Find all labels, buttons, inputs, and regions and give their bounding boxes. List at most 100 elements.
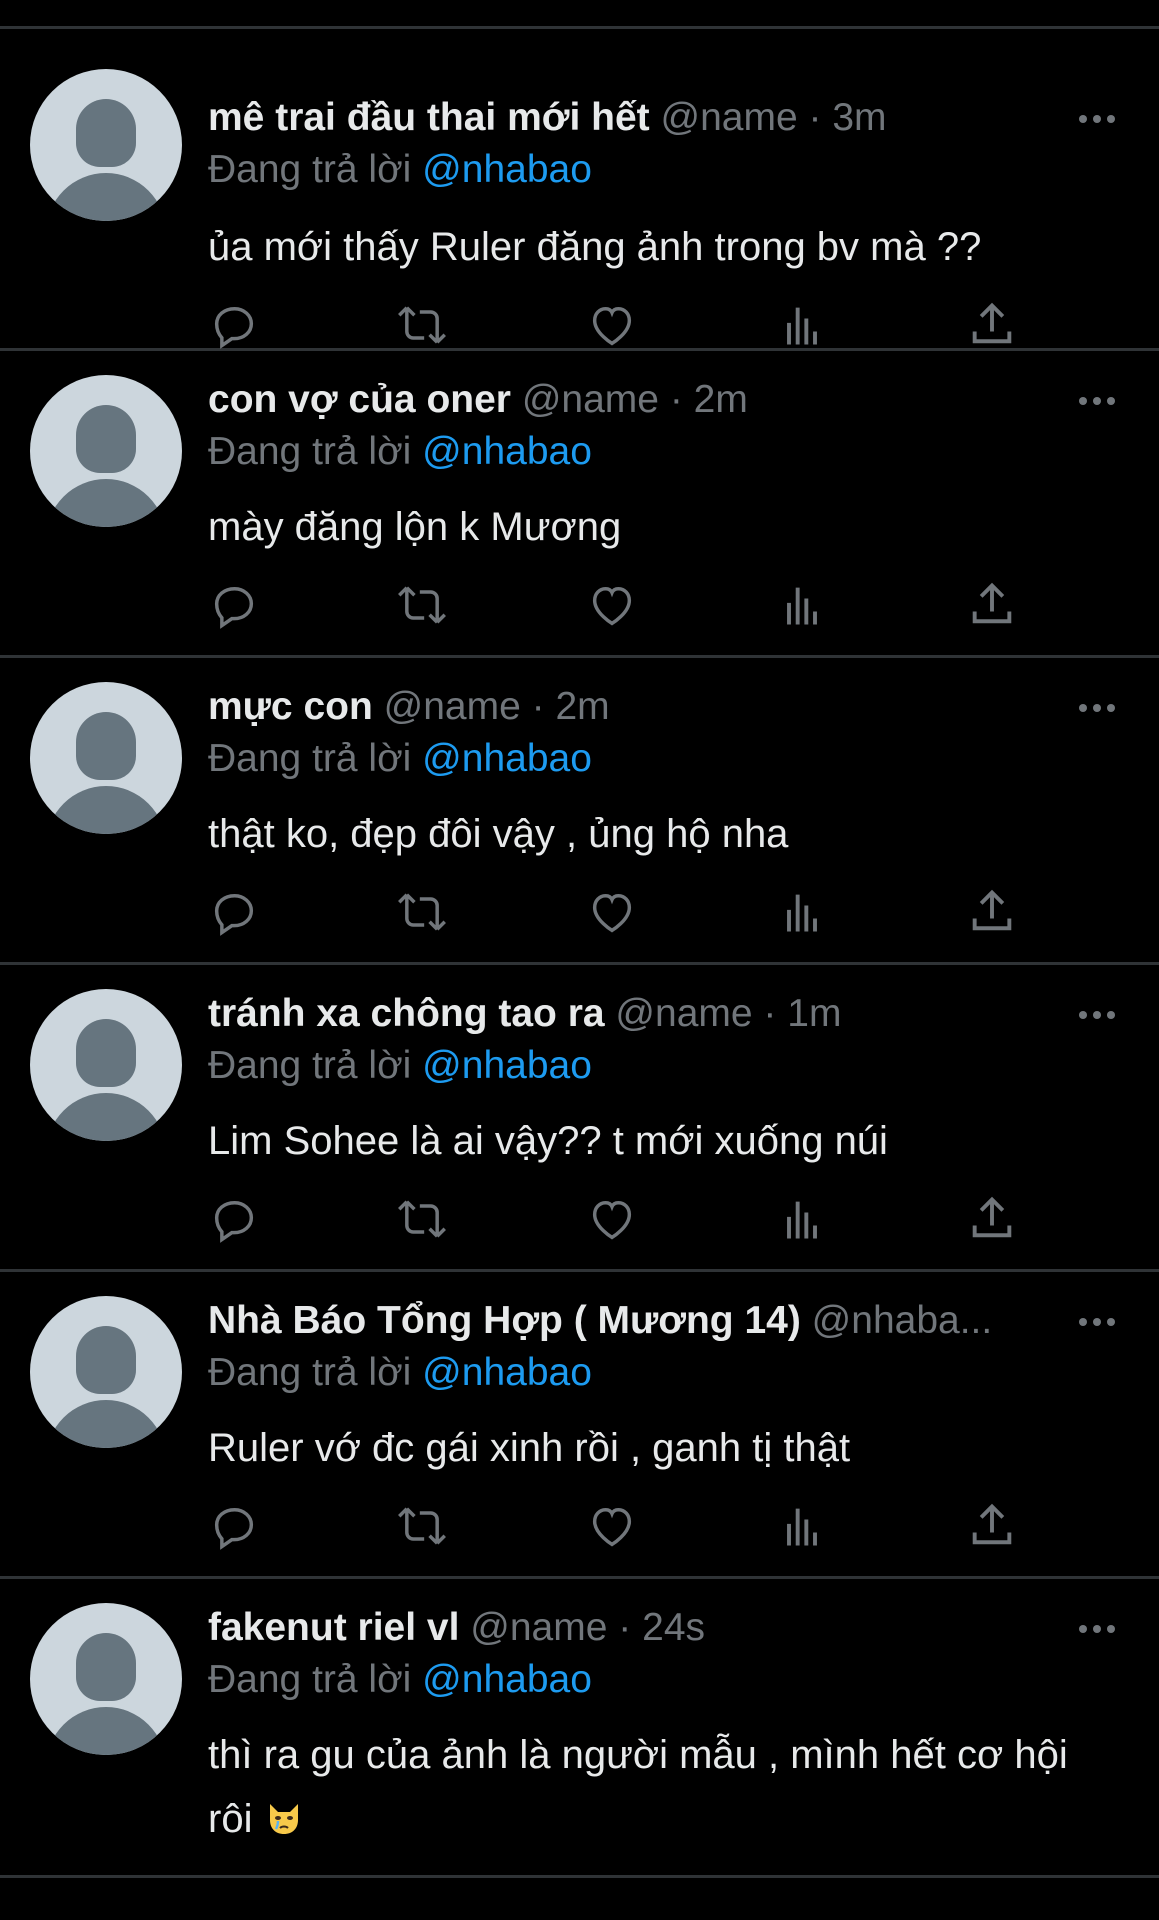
separator-dot: ·	[763, 992, 777, 1035]
avatar[interactable]	[30, 1603, 182, 1755]
display-name[interactable]: con vợ của oner	[208, 378, 511, 421]
more-options-icon[interactable]	[1077, 999, 1117, 1029]
tweet-header: Nhà Báo Tổng Hợp ( Mương 14) @nhaba...	[208, 1296, 1058, 1346]
tweet-text: thì ra gu của ảnh là người mẫu , mình hế…	[208, 1723, 1068, 1851]
views-chart-icon[interactable]	[776, 1193, 828, 1245]
views-chart-icon[interactable]	[776, 579, 828, 631]
heart-icon[interactable]	[586, 1500, 638, 1552]
replying-to-label: Đang trả lời	[208, 148, 412, 191]
replying-to: Đang trả lời @nhabao	[208, 1655, 592, 1705]
retweet-icon[interactable]	[396, 1500, 448, 1552]
more-options-icon[interactable]	[1077, 385, 1117, 415]
reply-tweet[interactable]: Nhà Báo Tổng Hợp ( Mương 14) @nhaba... Đ…	[0, 1272, 1159, 1579]
tweet-header: mê trai đầu thai mới hết @name · 3m	[208, 93, 1068, 143]
display-name[interactable]: fakenut riel vl	[208, 1606, 459, 1649]
more-options-icon[interactable]	[1077, 1306, 1117, 1336]
heart-icon[interactable]	[586, 1193, 638, 1245]
crying-cat-emoji	[269, 1804, 298, 1834]
separator-dot: ·	[531, 685, 545, 728]
display-name[interactable]: mực con	[208, 685, 373, 728]
action-bar	[208, 1193, 1028, 1249]
replying-to-label: Đang trả lời	[208, 1658, 412, 1701]
display-name[interactable]: tránh xa chông tao ra	[208, 992, 605, 1035]
share-icon[interactable]	[966, 1193, 1018, 1245]
heart-icon[interactable]	[586, 579, 638, 631]
separator-dot: ·	[808, 96, 822, 139]
action-bar	[208, 886, 1028, 942]
share-icon[interactable]	[966, 1500, 1018, 1552]
tweet-header: fakenut riel vl @name · 24s	[208, 1603, 1068, 1653]
avatar[interactable]	[30, 989, 182, 1141]
user-handle[interactable]: @nhaba...	[812, 1299, 993, 1342]
tweet-text-content: thì ra gu của ảnh là người mẫu , mình hế…	[208, 1733, 1068, 1841]
reply-icon[interactable]	[208, 299, 260, 351]
share-icon[interactable]	[966, 886, 1018, 938]
user-handle[interactable]: @name	[522, 378, 659, 421]
replying-to-handle[interactable]: @nhabao	[422, 1351, 592, 1394]
reply-icon[interactable]	[208, 579, 260, 631]
more-options-icon[interactable]	[1077, 103, 1117, 133]
views-chart-icon[interactable]	[776, 299, 828, 351]
heart-icon[interactable]	[586, 299, 638, 351]
action-bar	[208, 579, 1028, 635]
tweet-text: mày đăng lộn k Mương	[208, 505, 622, 549]
replying-to-handle[interactable]: @nhabao	[422, 737, 592, 780]
tweet-header: con vợ của oner @name · 2m	[208, 375, 1068, 425]
replying-to-handle[interactable]: @nhabao	[422, 430, 592, 473]
replying-to: Đang trả lời @nhabao	[208, 1041, 592, 1091]
reply-tweet[interactable]: con vợ của oner @name · 2m Đang trả lời …	[0, 351, 1159, 658]
tweet-header: tránh xa chông tao ra @name · 1m	[208, 989, 1068, 1039]
tweet-text: Lim Sohee là ai vậy?? t mới xuống núi	[208, 1119, 888, 1163]
avatar[interactable]	[30, 69, 182, 221]
more-options-icon[interactable]	[1077, 1613, 1117, 1643]
tweet-text: thật ko, đẹp đôi vậy , ủng hộ nha	[208, 812, 789, 856]
user-handle[interactable]: @name	[470, 1606, 607, 1649]
user-handle[interactable]: @name	[661, 96, 798, 139]
replying-to-label: Đang trả lời	[208, 430, 412, 473]
timestamp[interactable]: 1m	[787, 992, 841, 1035]
reply-tweet[interactable]: tránh xa chông tao ra @name · 1m Đang tr…	[0, 965, 1159, 1272]
replying-to: Đang trả lời @nhabao	[208, 427, 592, 477]
reply-tweet[interactable]: fakenut riel vl @name · 24s Đang trả lời…	[0, 1579, 1159, 1878]
user-handle[interactable]: @name	[615, 992, 752, 1035]
reply-tweet[interactable]: mê trai đầu thai mới hết @name · 3m Đang…	[0, 29, 1159, 351]
timestamp[interactable]: 2m	[694, 378, 748, 421]
more-options-icon[interactable]	[1077, 692, 1117, 722]
share-icon[interactable]	[966, 299, 1018, 351]
reply-tweet[interactable]: mực con @name · 2m Đang trả lời @nhabao …	[0, 658, 1159, 965]
action-bar	[208, 1500, 1028, 1556]
replying-to-label: Đang trả lời	[208, 1351, 412, 1394]
retweet-icon[interactable]	[396, 886, 448, 938]
timestamp[interactable]: 2m	[555, 685, 609, 728]
retweet-icon[interactable]	[396, 579, 448, 631]
replying-to: Đang trả lời @nhabao	[208, 1348, 592, 1398]
avatar[interactable]	[30, 682, 182, 834]
display-name[interactable]: mê trai đầu thai mới hết	[208, 96, 650, 139]
reply-icon[interactable]	[208, 1500, 260, 1552]
timestamp[interactable]: 3m	[832, 96, 886, 139]
replying-to: Đang trả lời @nhabao	[208, 734, 592, 784]
views-chart-icon[interactable]	[776, 886, 828, 938]
avatar[interactable]	[30, 1296, 182, 1448]
timestamp[interactable]: 24s	[642, 1606, 705, 1649]
separator-dot: ·	[618, 1606, 632, 1649]
reply-icon[interactable]	[208, 1193, 260, 1245]
heart-icon[interactable]	[586, 886, 638, 938]
replying-to-label: Đang trả lời	[208, 1044, 412, 1087]
replying-to-label: Đang trả lời	[208, 737, 412, 780]
replying-to: Đang trả lời @nhabao	[208, 145, 592, 195]
views-chart-icon[interactable]	[776, 1500, 828, 1552]
share-icon[interactable]	[966, 579, 1018, 631]
separator-dot: ·	[669, 378, 683, 421]
display-name[interactable]: Nhà Báo Tổng Hợp ( Mương 14)	[208, 1299, 801, 1342]
retweet-icon[interactable]	[396, 299, 448, 351]
action-bar	[208, 299, 1028, 355]
replying-to-handle[interactable]: @nhabao	[422, 1658, 592, 1701]
avatar[interactable]	[30, 375, 182, 527]
user-handle[interactable]: @name	[384, 685, 521, 728]
tweet-text: ủa mới thấy Ruler đăng ảnh trong bv mà ?…	[208, 225, 982, 269]
reply-icon[interactable]	[208, 886, 260, 938]
replying-to-handle[interactable]: @nhabao	[422, 1044, 592, 1087]
retweet-icon[interactable]	[396, 1193, 448, 1245]
replying-to-handle[interactable]: @nhabao	[422, 148, 592, 191]
